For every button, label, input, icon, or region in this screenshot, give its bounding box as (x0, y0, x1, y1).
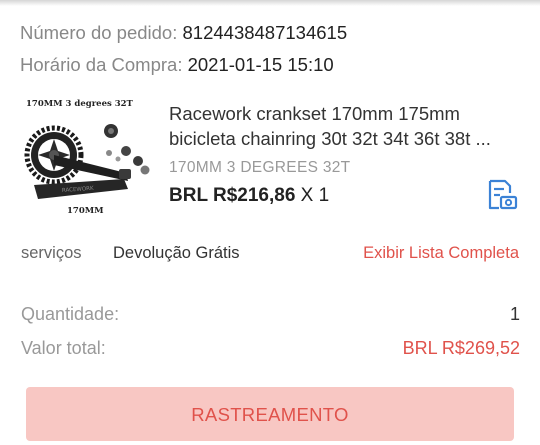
purchase-time-label: Horário da Compra: (20, 54, 183, 75)
services-value: Devolução Grátis (113, 244, 240, 262)
purchase-time-value: 2021-01-15 15:10 (187, 54, 334, 75)
total-label: Valor total: (21, 338, 106, 358)
total-value: BRL R$269,52 (402, 338, 520, 358)
purchase-time-row: Horário da Compra: 2021-01-15 15:10 (20, 54, 334, 76)
order-number-row: Número do pedido: 8124438487134615 (20, 22, 347, 44)
product-quantity: X 1 (300, 185, 330, 206)
product-image[interactable]: 170MM 3 degrees 32T RACEWORK 170MM (14, 93, 156, 221)
product-title[interactable]: Racework crankset 170mm 175mm bicicleta … (169, 101, 524, 151)
image-caption-top: 170MM 3 degrees 32T (26, 99, 134, 109)
product-price-row: BRL R$216,86 X 1 (169, 185, 329, 207)
tracking-button[interactable]: RASTREAMENTO (26, 387, 514, 441)
quantity-value: 1 (509, 304, 520, 324)
small-parts-graphic (104, 124, 150, 175)
tracking-button-label: RASTREAMENTO (191, 404, 349, 425)
product-price: BRL R$216,86 (169, 185, 296, 206)
image-caption-bottom: 170MM (67, 206, 104, 216)
services-label: serviços (21, 244, 82, 262)
product-title-line-1: Racework crankset 170mm 175mm (169, 103, 460, 124)
document-camera-icon[interactable] (485, 178, 519, 212)
product-variant: 170MM 3 DEGREES 32T (169, 159, 351, 176)
services-row: serviços Devolução Grátis Exibir Lista C… (0, 244, 540, 268)
quantity-label: Quantidade: (21, 304, 120, 324)
order-number-value: 8124438487134615 (182, 22, 348, 43)
product-title-line-2: bicicleta chainring 30t 32t 34t 36t 38t … (169, 128, 491, 149)
view-full-list-link[interactable]: Exibir Lista Completa (363, 244, 519, 263)
order-detail-page: Número do pedido: 8124438487134615 Horár… (0, 0, 540, 445)
top-divider (0, 0, 540, 6)
order-number-label: Número do pedido: (20, 22, 178, 43)
